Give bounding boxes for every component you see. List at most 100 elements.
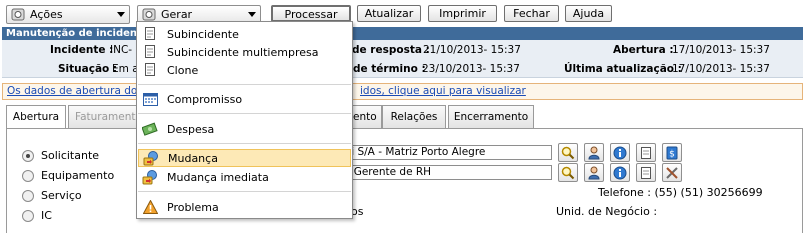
search-icon	[561, 146, 575, 159]
tab-partial[interactable]: ento	[352, 105, 382, 128]
menu-item-label: Subincidente	[167, 27, 239, 41]
menu-item-label: Subincidente multiempresa	[167, 45, 319, 59]
radio-button[interactable]	[22, 169, 34, 182]
last-update-label: Última atualização :	[564, 63, 682, 75]
end-date-value: 23/10/2013- 15:37	[422, 63, 520, 75]
menu-separator	[138, 84, 351, 85]
requester-field[interactable]: la Gerente de RH	[338, 165, 552, 180]
info-button[interactable]	[610, 163, 630, 182]
calendar-icon	[142, 93, 158, 106]
search-button[interactable]	[558, 143, 578, 162]
print-button[interactable]: Imprimir	[428, 5, 497, 22]
menu-item-label: Mudança imediata	[167, 170, 269, 184]
menu-item-label: Mudança	[168, 151, 218, 165]
radio-equipment-label: Equipamento	[41, 169, 115, 182]
menu-item-label: Problema	[167, 200, 219, 214]
menu-separator	[138, 143, 351, 144]
radio-equipment[interactable]: Equipamento	[22, 169, 114, 182]
user-button[interactable]	[584, 163, 604, 182]
radio-service-label: Serviço	[41, 189, 82, 202]
cost-button[interactable]: $	[662, 143, 682, 162]
phone-text: Telefone : (55) (51) 30256699	[598, 186, 763, 199]
user-icon	[588, 166, 600, 179]
money-icon	[142, 122, 158, 136]
menu-separator	[138, 113, 351, 114]
process-button[interactable]: Processar	[271, 5, 351, 22]
tab-closing[interactable]: Encerramento	[448, 105, 534, 128]
info-button[interactable]	[610, 143, 630, 162]
user-button[interactable]	[584, 143, 604, 162]
business-unit-label: Unid. de Negócio :	[556, 205, 658, 218]
generate-menu: Subincidente Subincidente multiempresa C…	[136, 21, 353, 219]
user-icon	[588, 146, 600, 159]
toolbar: Ações Gerar Processar Atualizar Imprimir…	[0, 0, 805, 26]
radio-button[interactable]	[22, 189, 34, 202]
actions-icon	[11, 8, 25, 21]
radio-ic-label: IC	[41, 209, 52, 222]
actions-dropdown[interactable]: Ações	[6, 5, 130, 24]
radio-button[interactable]	[22, 209, 34, 222]
actions-label: Ações	[30, 8, 63, 21]
change-icon	[143, 150, 158, 165]
notice-link-view[interactable]: idos, clique aqui para visualizar	[360, 84, 526, 99]
menu-item-expense[interactable]: Despesa	[138, 120, 351, 138]
info-icon	[613, 146, 627, 159]
radio-requester-label: Solicitante	[41, 149, 100, 162]
help-button[interactable]: Ajuda	[565, 5, 612, 22]
radio-ic[interactable]: IC	[22, 209, 52, 222]
menu-item-appointment[interactable]: Compromisso	[138, 90, 351, 108]
tab-billing[interactable]: Faturamento	[68, 105, 142, 128]
company-field[interactable]: mi S/A - Matriz Porto Alegre	[338, 145, 552, 160]
change-icon	[142, 169, 157, 184]
response-date-value: 21/10/2013- 15:37	[423, 44, 521, 56]
radio-service[interactable]: Serviço	[22, 189, 82, 202]
document-icon	[145, 27, 155, 40]
document-icon	[641, 146, 651, 159]
document-button[interactable]	[636, 163, 656, 182]
close-button[interactable]: Fechar	[504, 5, 559, 22]
tools-icon	[666, 166, 678, 179]
incident-summary: Incidente : INC- Situação : Em a de resp…	[2, 40, 803, 78]
opening-date-label: Abertura :	[613, 44, 674, 56]
last-update-value: 17/10/2013- 15:37	[672, 63, 770, 75]
search-icon	[561, 166, 575, 179]
chevron-down-icon	[117, 12, 125, 17]
search-button[interactable]	[558, 163, 578, 182]
opening-date-value: 17/10/2013- 15:37	[672, 44, 770, 56]
document-icon	[641, 166, 651, 179]
document-button[interactable]	[636, 143, 656, 162]
menu-item-problem[interactable]: Problema	[138, 198, 351, 216]
document-icon	[145, 63, 155, 76]
warning-icon	[142, 200, 158, 214]
radio-requester[interactable]: Solicitante	[22, 149, 99, 162]
menu-separator	[138, 191, 351, 192]
menu-item-subincident[interactable]: Subincidente	[138, 25, 351, 43]
status-value: Em a	[112, 63, 139, 75]
svg-text:$: $	[669, 149, 675, 159]
tools-button[interactable]	[662, 163, 682, 182]
radio-button[interactable]	[22, 149, 34, 162]
end-date-label: de término :	[353, 63, 426, 75]
chevron-down-icon	[248, 12, 256, 17]
notice-link-left[interactable]: Os dados de abertura do i	[7, 84, 144, 99]
menu-item-change[interactable]: Mudança	[138, 149, 351, 167]
opening-data-notice: Os dados de abertura do i idos, clique a…	[2, 83, 803, 100]
menu-item-clone[interactable]: Clone	[138, 61, 351, 79]
menu-item-label: Compromisso	[167, 92, 243, 106]
dollar-icon: $	[666, 146, 678, 159]
incident-label: Incidente :	[50, 44, 114, 56]
incident-value: INC-	[110, 44, 133, 56]
menu-item-immediate-change[interactable]: Mudança imediata	[138, 168, 351, 186]
response-date-label: de resposta :	[352, 44, 430, 56]
menu-item-label: Clone	[167, 63, 199, 77]
menu-item-subincident-multi[interactable]: Subincidente multiempresa	[138, 43, 351, 61]
menu-item-label: Despesa	[167, 122, 215, 136]
tab-opening[interactable]: Abertura	[6, 105, 66, 129]
generate-label: Gerar	[161, 8, 193, 21]
status-label: Situação :	[58, 63, 118, 75]
update-button[interactable]: Atualizar	[357, 5, 421, 22]
tab-relations[interactable]: Relações	[382, 105, 446, 128]
generate-icon	[142, 8, 156, 21]
document-icon	[145, 45, 155, 58]
panel-title: Manutenção de incidente	[2, 27, 803, 40]
